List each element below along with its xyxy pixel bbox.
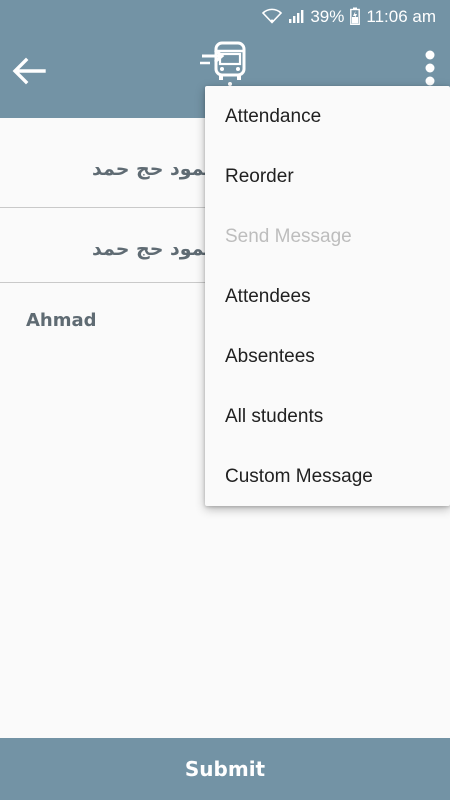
menu-item-absentees[interactable]: Absentees <box>205 327 450 387</box>
bus-icon <box>198 40 250 88</box>
menu-item-all-students[interactable]: All students <box>205 387 450 447</box>
menu-item-label: Attendees <box>225 286 311 307</box>
menu-item-label: Send Message <box>225 226 352 247</box>
battery-percent: 39% <box>310 6 345 26</box>
overflow-menu: Attendance Reorder Send Message Attendee… <box>205 86 450 506</box>
submit-label: Submit <box>184 757 266 781</box>
arrow-left-icon <box>12 57 46 90</box>
student-row[interactable]: Ahmad <box>26 310 97 331</box>
signal-icon <box>288 8 304 24</box>
battery-icon <box>350 7 361 25</box>
menu-item-label: All students <box>225 406 324 427</box>
menu-item-send-message: Send Message <box>205 207 450 267</box>
menu-item-label: Custom Message <box>225 466 373 487</box>
menu-item-reorder[interactable]: Reorder <box>205 147 450 207</box>
menu-item-attendance[interactable]: Attendance <box>205 87 450 147</box>
menu-item-label: Attendance <box>225 106 322 127</box>
menu-item-label: Reorder <box>225 166 294 187</box>
clock: 11:06 am <box>366 6 436 26</box>
menu-item-label: Absentees <box>225 346 315 367</box>
more-vertical-icon <box>424 50 436 91</box>
status-bar: 39% 11:06 am <box>0 0 450 32</box>
menu-item-custom-message[interactable]: Custom Message <box>205 447 450 507</box>
menu-item-attendees[interactable]: Attendees <box>205 267 450 327</box>
back-button[interactable] <box>8 52 50 94</box>
submit-button[interactable]: Submit <box>0 738 450 800</box>
wifi-icon <box>262 8 283 24</box>
student-name: Ahmad <box>26 310 97 331</box>
